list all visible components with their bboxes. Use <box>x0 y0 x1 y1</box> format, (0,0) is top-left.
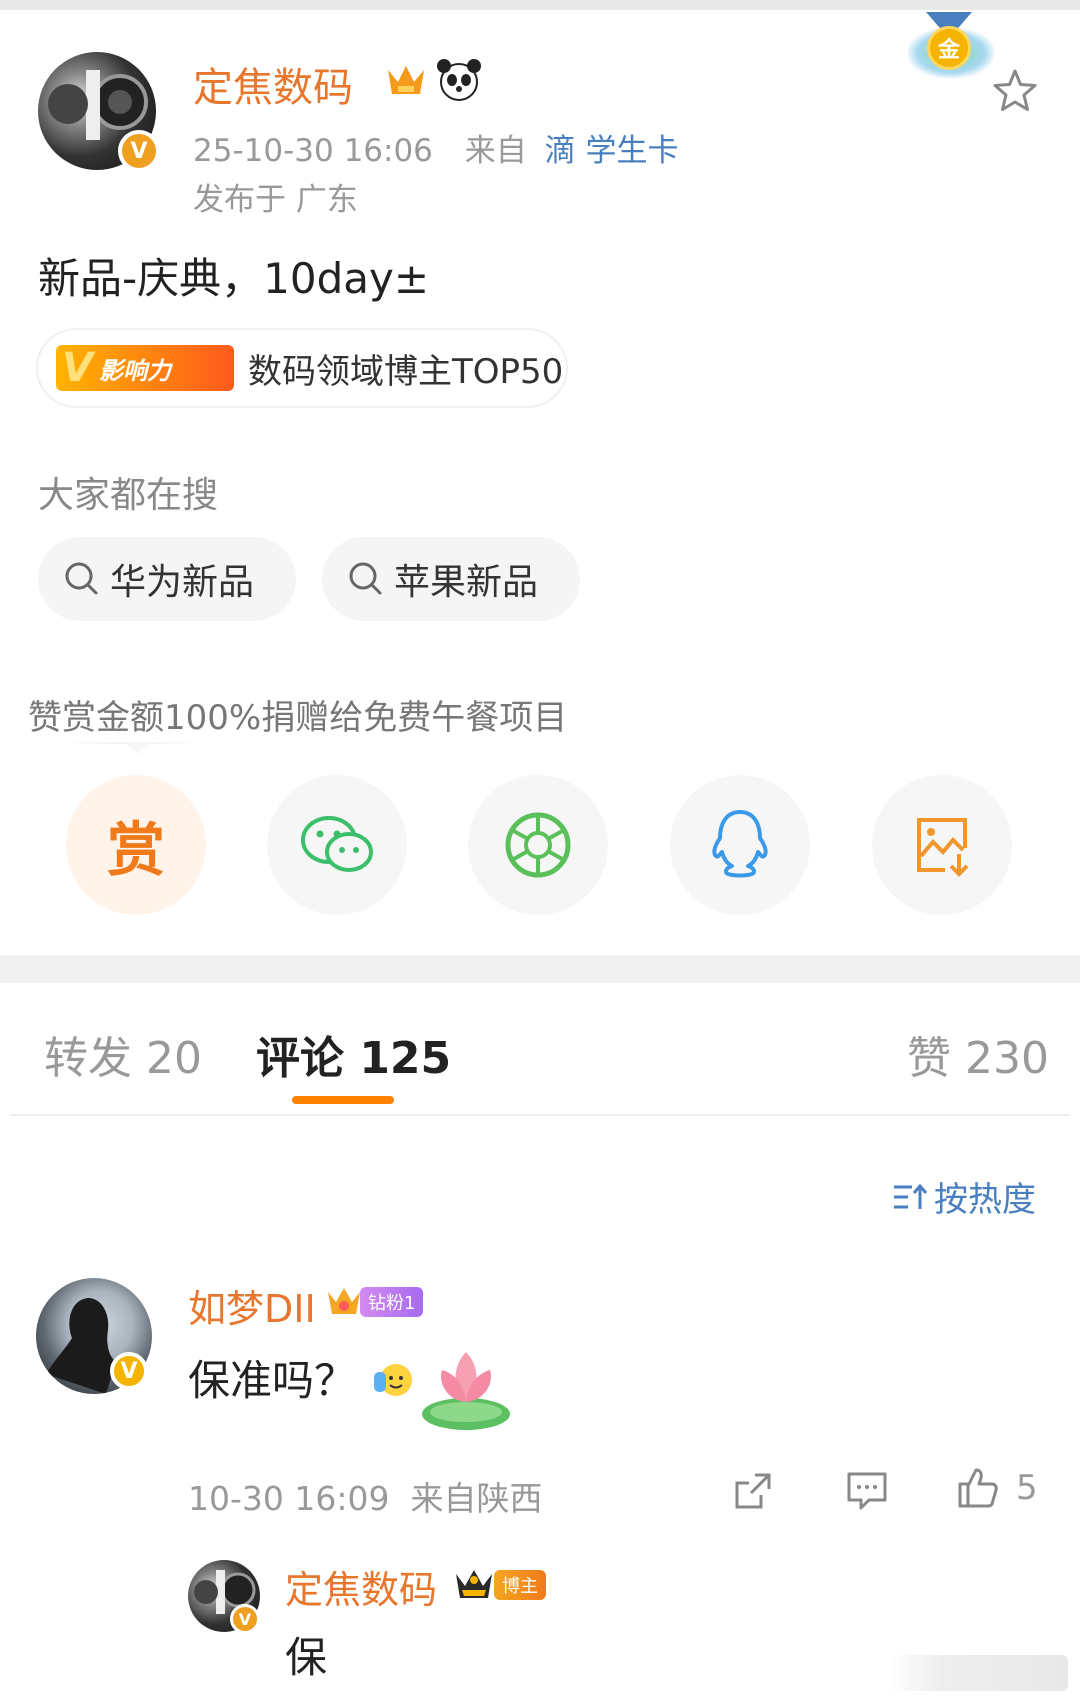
influence-label: V 影响力 <box>56 345 234 391</box>
caption-pointer-arrow <box>124 742 152 754</box>
favorite-star-icon[interactable] <box>990 66 1040 116</box>
crown-icon <box>456 1570 492 1598</box>
sort-toggle[interactable]: 按热度 <box>892 1172 1036 1221</box>
reply-author-name[interactable]: 定焦数码 <box>285 1559 437 1614</box>
post-timestamp: 25-10-30 16:06 <box>193 133 433 169</box>
share-moments-button[interactable] <box>468 775 608 915</box>
blogger-badge: 博主 <box>452 1566 546 1604</box>
commenter-name[interactable]: 如梦DII <box>188 1278 316 1333</box>
search-icon <box>349 562 382 595</box>
verified-badge-icon: V <box>110 1352 148 1390</box>
search-icon <box>65 562 98 595</box>
wechat-icon <box>301 816 373 872</box>
reward-caption: 赞赏金额100%捐赠给免费午餐项目 <box>28 698 568 738</box>
verified-badge-icon: V <box>230 1604 260 1634</box>
search-chip-label: 苹果新品 <box>394 562 539 603</box>
comment-icon <box>847 1472 887 1510</box>
post-location: 发布于 广东 <box>193 182 358 218</box>
thumbs-up-icon <box>958 1468 998 1508</box>
tabs-underline <box>10 1114 1070 1116</box>
influence-badge[interactable]: V 影响力 数码领域博主TOP50 <box>38 330 566 406</box>
lotus-decoration-icon <box>416 1330 526 1440</box>
share-icon <box>735 1473 771 1509</box>
source-device-link[interactable]: 滴 学生卡 <box>545 133 679 169</box>
reply-text: 保 <box>285 1633 328 1682</box>
share-wechat-button[interactable] <box>267 775 407 915</box>
search-chip-label: 华为新品 <box>110 562 255 603</box>
like-count: 5 <box>1016 1468 1038 1508</box>
source-prefix: 来自 <box>464 133 527 169</box>
post-meta: 25-10-30 16:06 来自 滴 学生卡 <box>193 125 678 170</box>
search-chip-huawei[interactable]: 华为新品 <box>38 537 296 621</box>
like-comment-button[interactable]: 5 <box>954 1464 1038 1512</box>
crown-icon <box>328 1288 360 1314</box>
comment-meta: 10-30 16:09 来自陕西 <box>188 1479 543 1518</box>
save-image-icon <box>917 818 969 877</box>
panda-icon <box>436 58 482 106</box>
reward-icon: 赏 <box>106 816 165 884</box>
share-qq-button[interactable] <box>670 775 810 915</box>
author-name[interactable]: 定焦数码 <box>193 55 353 113</box>
sort-icon <box>894 1183 928 1209</box>
comment-text: 保准吗？ <box>188 1356 357 1405</box>
search-heading: 大家都在搜 <box>38 475 219 516</box>
reply-comment-button[interactable] <box>842 1466 892 1516</box>
share-comment-button[interactable] <box>728 1466 778 1516</box>
section-divider <box>0 955 1080 983</box>
reward-button[interactable]: 赏 <box>66 775 206 915</box>
influence-text: 数码领域博主TOP50 <box>248 351 564 392</box>
moments-icon <box>505 812 571 878</box>
search-chip-apple[interactable]: 苹果新品 <box>322 537 580 621</box>
verified-badge-icon: V <box>118 130 160 172</box>
save-image-button[interactable] <box>872 775 1012 915</box>
qq-icon <box>712 810 768 878</box>
fan-badge: 钻粉1 <box>324 1284 424 1320</box>
watermark-logo-icon <box>888 1655 1068 1691</box>
top-separator <box>0 0 1080 10</box>
gold-medal-icon: 金 <box>902 12 998 82</box>
sort-label: 按热度 <box>934 1180 1036 1220</box>
waving-emoji-icon <box>372 1356 416 1404</box>
tab-like[interactable]: 赞 230 <box>907 1022 1049 1086</box>
vip-crown-icon <box>384 60 428 104</box>
tab-active-indicator <box>292 1096 394 1104</box>
tab-comment[interactable]: 评论 125 <box>256 1022 451 1086</box>
tab-repost[interactable]: 转发 20 <box>44 1022 202 1086</box>
post-content: 新品-庆典，10day± <box>38 254 430 303</box>
